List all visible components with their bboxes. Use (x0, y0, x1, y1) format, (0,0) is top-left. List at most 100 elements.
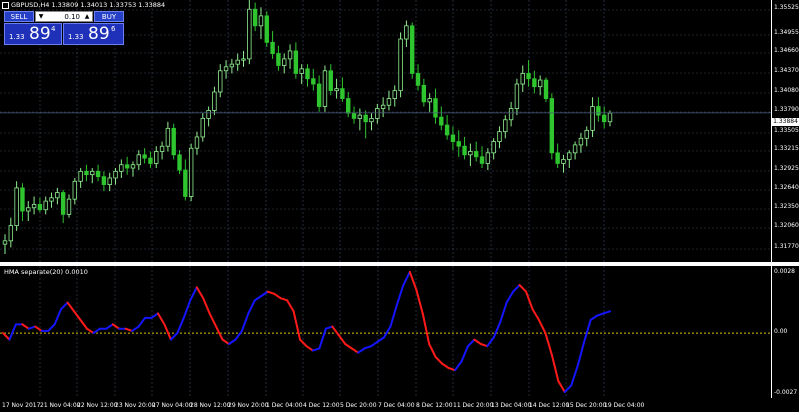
hma-segment (415, 288, 424, 315)
candle (410, 25, 415, 74)
hma-segment (589, 314, 599, 321)
hma-segment (202, 297, 211, 315)
candle (293, 50, 299, 74)
candle (20, 187, 25, 212)
hma-segment (240, 312, 250, 332)
candle (305, 68, 310, 80)
chart-menu-icon[interactable] (2, 1, 9, 9)
hma-segment (370, 340, 379, 348)
candle (223, 66, 229, 72)
candle (183, 169, 188, 197)
candle (514, 83, 520, 109)
candle (84, 170, 89, 176)
hma-segment (537, 319, 547, 335)
candle (258, 15, 264, 27)
candle (194, 136, 200, 149)
candle (444, 124, 450, 136)
hma-segment (447, 367, 457, 372)
sell-price-button[interactable]: 1.33 89 4 (4, 23, 62, 45)
candle (340, 88, 345, 99)
hma-segment (182, 299, 192, 319)
hma-segment (544, 332, 553, 356)
hma-segment (163, 323, 172, 341)
price-tick: 1.32060 (774, 222, 799, 229)
candle (171, 127, 176, 156)
candle (130, 164, 136, 169)
one-click-trading-panel: SELL ▼ 0.10 ▲ BUY 1.33 89 4 1.33 89 6 (4, 11, 124, 46)
hma-segment (169, 332, 179, 341)
price-tick: 1.32640 (774, 184, 799, 191)
time-tick: 8 Dec 12:00 (416, 402, 453, 409)
hma-segment (460, 345, 469, 363)
candle (95, 170, 101, 178)
hma-segment (557, 380, 566, 393)
indicator-chart[interactable] (0, 266, 771, 398)
candle (264, 15, 269, 43)
candle (578, 137, 584, 146)
candle (142, 154, 147, 159)
candle (212, 91, 217, 111)
candle (439, 116, 444, 126)
hma-segment (344, 343, 353, 350)
candle (14, 187, 19, 227)
hma-segment (131, 325, 140, 332)
candle (136, 154, 141, 166)
candle (567, 152, 572, 160)
candle (119, 164, 124, 172)
hma-segment (279, 297, 289, 302)
candle (555, 152, 560, 164)
hma-segment (311, 347, 321, 352)
indicator-tick: 0.00 (774, 328, 788, 335)
candle (43, 200, 48, 211)
hma-segment (382, 325, 392, 339)
candle (37, 204, 43, 211)
candle (380, 104, 386, 109)
candle (363, 114, 368, 123)
time-tick: 22 Nov 12:00 (77, 402, 118, 409)
price-axis-divider (771, 0, 772, 398)
price-tick: 1.33790 (774, 106, 799, 113)
candle (572, 144, 578, 154)
buy-button[interactable]: BUY (94, 11, 124, 22)
lot-increase-icon[interactable]: ▲ (83, 12, 91, 21)
candle (107, 177, 112, 185)
hma-segment (318, 327, 327, 350)
hma-segment (428, 343, 437, 359)
hma-segment (156, 312, 166, 326)
hma-segment (47, 323, 56, 332)
hma-segment (79, 319, 88, 330)
hma-segment (596, 312, 605, 317)
candle (177, 154, 182, 171)
time-tick: 14 Dec 12:00 (529, 402, 570, 409)
candle (561, 159, 566, 164)
hma-segment (253, 295, 263, 302)
hma-segment (266, 290, 276, 295)
time-tick: 29 Nov 20:00 (228, 402, 269, 409)
hma-segment (234, 329, 243, 341)
candle (479, 156, 485, 164)
candle (427, 98, 432, 103)
lot-size-field[interactable]: ▼ 0.10 ▲ (35, 11, 93, 22)
sell-button[interactable]: SELL (4, 11, 34, 22)
lot-decrease-icon[interactable]: ▼ (37, 12, 45, 21)
candle (247, 8, 252, 60)
buy-price-button[interactable]: 1.33 89 6 (63, 23, 124, 45)
time-tick: 23 Nov 20:00 (115, 402, 156, 409)
candle (508, 108, 514, 121)
candle (485, 152, 491, 164)
candle (206, 110, 211, 119)
hma-segment (221, 338, 231, 345)
hma-segment (247, 299, 256, 315)
hma-segment (389, 303, 398, 328)
hma-segment (189, 286, 198, 302)
candle (456, 141, 461, 147)
candle (433, 98, 438, 118)
candle (200, 118, 205, 138)
hma-segment (421, 312, 431, 345)
candle (78, 170, 83, 182)
candle (491, 141, 496, 154)
hma-segment (350, 347, 360, 354)
candle (543, 79, 549, 99)
candle (537, 79, 543, 88)
candle (334, 88, 339, 92)
